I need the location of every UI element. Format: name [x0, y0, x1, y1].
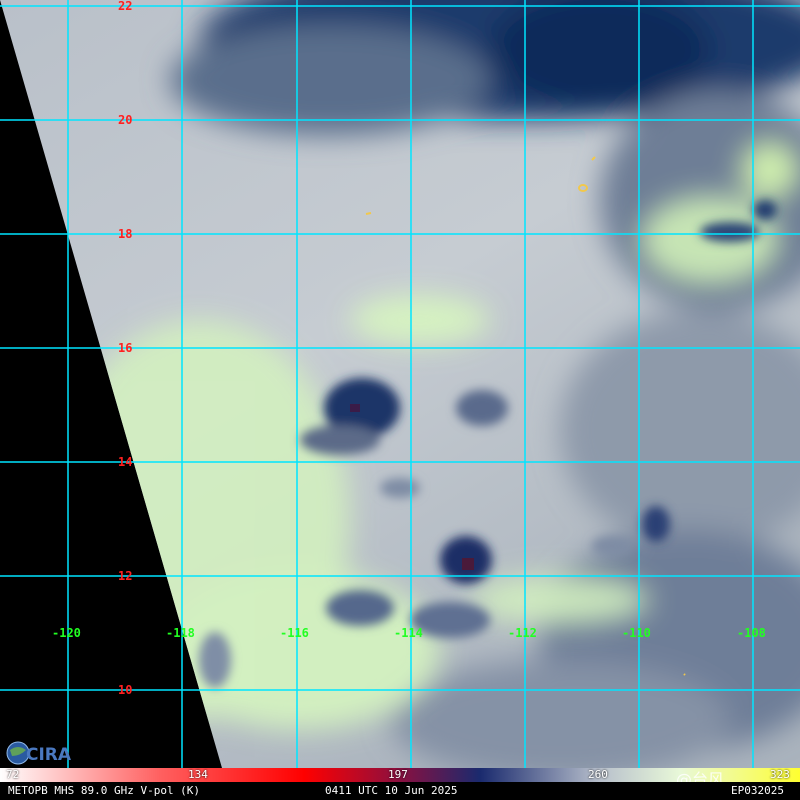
satellite-image-viewer: 22 20 18 16 14 12 10 -120 -118 -116 -114… — [0, 0, 800, 800]
cira-logo: CIRA — [6, 741, 72, 765]
lat-label-10: 10 — [118, 683, 133, 697]
colorbar-tick-1: 134 — [188, 768, 208, 781]
lon-label-114: -114 — [394, 626, 423, 640]
colorbar-tick-0: 72 — [6, 768, 20, 781]
colorbar-tick-3: 260 — [588, 768, 608, 781]
cira-logo-text: CIRA — [26, 745, 72, 765]
lon-label-112: -112 — [508, 626, 537, 640]
lon-label-118: -118 — [166, 626, 195, 640]
lat-label-14: 14 — [118, 455, 133, 469]
lon-label-108: -108 — [737, 626, 766, 640]
sensor-label: METOPB MHS 89.0 GHz V-pol (K) — [8, 784, 201, 797]
lat-label-16: 16 — [118, 341, 133, 355]
lat-label-22: 22 — [118, 0, 133, 13]
colorbar-tick-2: 197 — [388, 768, 408, 781]
lon-label-116: -116 — [280, 626, 309, 640]
lat-label-20: 20 — [118, 113, 133, 127]
lat-label-12: 12 — [118, 569, 133, 583]
lon-label-110: -110 — [622, 626, 651, 640]
colorbar-tick-4: 323 — [770, 768, 790, 781]
time-label: 0411 UTC 10 Jun 2025 — [325, 784, 458, 797]
storm-id-label: EP032025 — [731, 784, 784, 797]
lat-label-18: 18 — [118, 227, 133, 241]
lon-label-120: -120 — [52, 626, 81, 640]
